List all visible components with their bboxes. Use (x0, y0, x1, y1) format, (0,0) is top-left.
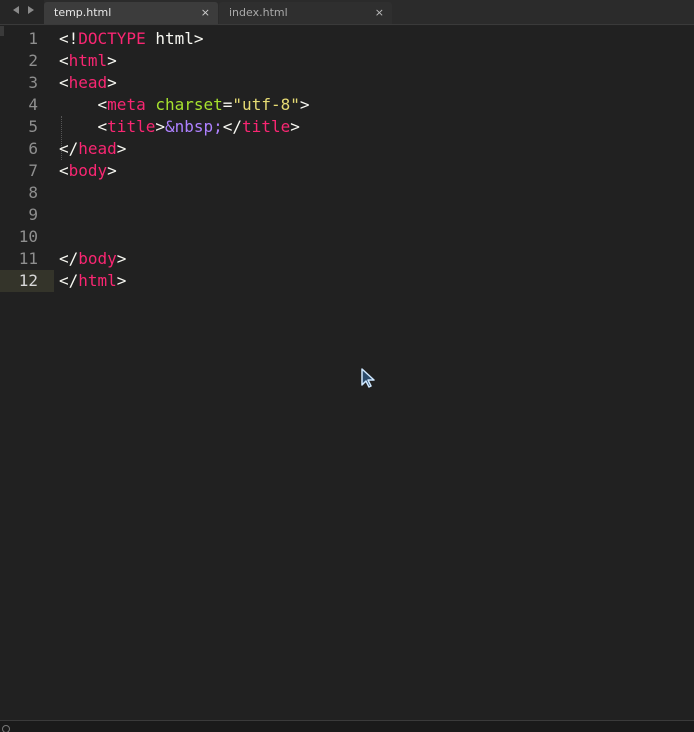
tab-navigation (0, 0, 44, 24)
code-content[interactable]: <!DOCTYPE html> <html> <head> <meta char… (59, 28, 694, 292)
close-icon[interactable]: × (375, 2, 384, 24)
code-token: body (78, 249, 117, 268)
code-token: > (290, 117, 300, 136)
code-token: < (59, 161, 69, 180)
tab-temp-html[interactable]: temp.html × (44, 2, 218, 24)
line-number: 3 (28, 73, 38, 92)
code-line[interactable] (59, 226, 694, 248)
line-number: 4 (28, 95, 38, 114)
code-token: charset (155, 95, 223, 114)
code-line[interactable]: <html> (59, 50, 694, 72)
code-line[interactable]: <title>&nbsp;</title> (59, 116, 694, 138)
code-token: "utf-8" (232, 95, 300, 114)
line-number: 10 (18, 227, 38, 246)
editor-window: temp.html × index.html × 1 2 3 4 5 6 7 8… (0, 0, 694, 732)
code-token: > (116, 249, 127, 268)
line-number: 6 (28, 139, 38, 158)
code-token: html (78, 271, 117, 290)
code-token: &nbsp; (164, 117, 223, 136)
code-token: head (68, 73, 108, 92)
code-token: html (68, 51, 108, 70)
line-number: 8 (28, 183, 38, 202)
line-number: 7 (28, 161, 38, 180)
status-bar (0, 720, 694, 732)
code-line[interactable]: <head> (59, 72, 694, 94)
code-line[interactable]: </head> (59, 138, 694, 160)
code-line-current[interactable]: </html> (59, 270, 694, 292)
code-line[interactable] (59, 182, 694, 204)
code-token: > (155, 117, 165, 136)
code-token: <! (59, 29, 79, 48)
code-token: </ (222, 117, 243, 136)
code-token: < (59, 51, 69, 70)
code-token: > (116, 271, 127, 290)
code-token: < (97, 95, 108, 114)
code-token: </ (59, 139, 79, 158)
code-token: </ (59, 271, 79, 290)
chevron-right-icon[interactable] (28, 6, 34, 14)
code-editor[interactable]: 1 2 3 4 5 6 7 8 9 10 11 12 <!DOCTYPE htm… (0, 26, 694, 720)
code-token: > (299, 95, 310, 114)
code-token: title (242, 117, 291, 136)
tab-index-html[interactable]: index.html × (219, 2, 392, 24)
chevron-left-icon[interactable] (13, 6, 19, 14)
code-token: DOCTYPE (78, 29, 146, 48)
code-line[interactable]: <meta charset="utf-8"> (59, 94, 694, 116)
code-line[interactable]: <!DOCTYPE html> (59, 28, 694, 50)
code-line[interactable]: <body> (59, 160, 694, 182)
tab-label: temp.html (54, 6, 112, 19)
line-number-current: 12 (0, 270, 54, 292)
code-token: head (78, 139, 117, 158)
code-token: > (116, 139, 127, 158)
tab-label: index.html (229, 6, 288, 19)
status-icon[interactable] (2, 725, 10, 732)
code-token: body (68, 161, 108, 180)
line-number: 2 (28, 51, 38, 70)
code-token: title (107, 117, 156, 136)
line-number: 9 (28, 205, 38, 224)
code-token: < (97, 117, 108, 136)
code-token: > (107, 73, 117, 92)
close-icon[interactable]: × (201, 2, 210, 24)
code-line[interactable] (59, 204, 694, 226)
mouse-pointer-icon (361, 368, 375, 388)
code-line[interactable]: </body> (59, 248, 694, 270)
code-token: = (222, 95, 233, 114)
code-token: > (107, 51, 117, 70)
line-number: 11 (18, 249, 38, 268)
line-number: 5 (28, 117, 38, 136)
line-number-gutter: 1 2 3 4 5 6 7 8 9 10 11 12 (0, 28, 54, 292)
line-number: 1 (28, 29, 38, 48)
code-token: meta (107, 95, 146, 114)
code-token: < (59, 73, 69, 92)
code-token: html> (145, 29, 204, 48)
code-token: </ (59, 249, 79, 268)
tab-bar: temp.html × index.html × (0, 0, 694, 25)
code-token: > (107, 161, 117, 180)
